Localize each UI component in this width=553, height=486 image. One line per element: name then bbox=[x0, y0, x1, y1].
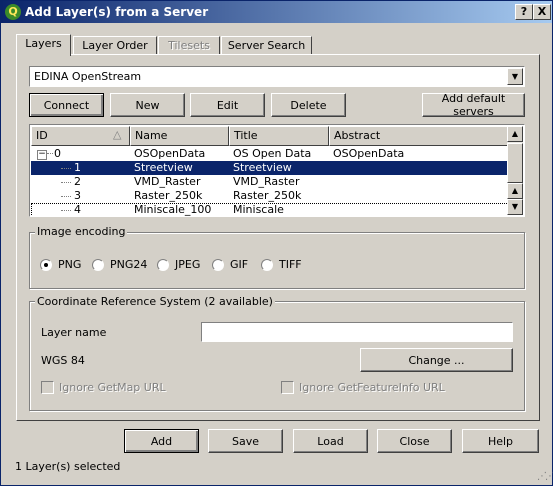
add-button[interactable]: Add bbox=[124, 429, 199, 453]
connect-button[interactable]: Connect bbox=[29, 93, 104, 117]
row-id: 4 bbox=[74, 203, 81, 216]
ignore-getfeatureinfo-checkbox bbox=[281, 381, 294, 394]
row-abstract: OSOpenData bbox=[333, 147, 405, 160]
crs-group-title: Coordinate Reference System (2 available… bbox=[35, 295, 275, 308]
change-crs-button[interactable]: Change ... bbox=[360, 348, 513, 372]
tree-connector bbox=[61, 196, 71, 197]
table-row[interactable]: 3 Raster_250k Raster_250k bbox=[31, 189, 509, 203]
column-header-title[interactable]: Title bbox=[229, 126, 329, 146]
row-name: OSOpenData bbox=[134, 147, 206, 160]
row-title: Miniscale bbox=[233, 203, 284, 216]
tab-server-search[interactable]: Server Search bbox=[221, 36, 312, 55]
row-id: 0 bbox=[54, 147, 61, 160]
scroll-thumb[interactable] bbox=[507, 143, 523, 183]
layer-name-input[interactable] bbox=[201, 322, 513, 342]
close-button[interactable]: Close bbox=[377, 429, 452, 453]
resize-grip-icon[interactable]: ⋰⋰ bbox=[537, 471, 553, 482]
scroll-up-icon[interactable]: ▲ bbox=[507, 126, 523, 142]
column-header-abstract[interactable]: Abstract bbox=[329, 126, 509, 146]
radio-jpeg[interactable] bbox=[157, 259, 169, 271]
ignore-getfeatureinfo-label: Ignore GetFeatureInfo URL bbox=[299, 381, 445, 394]
scroll-down-icon[interactable]: ▼ bbox=[507, 199, 523, 215]
radio-gif[interactable] bbox=[212, 259, 224, 271]
row-title: VMD_Raster bbox=[233, 175, 300, 188]
radio-png[interactable] bbox=[40, 259, 52, 271]
tree-connector bbox=[61, 168, 71, 169]
title-bar: Q Add Layer(s) from a Server ? X bbox=[1, 1, 552, 23]
table-row[interactable]: 1 Streetview Streetview bbox=[31, 161, 509, 175]
current-crs-label: WGS 84 bbox=[41, 354, 85, 367]
row-id: 2 bbox=[74, 175, 81, 188]
help-title-button[interactable]: ? bbox=[515, 4, 533, 20]
layers-tree[interactable]: ID △ Name Title Abstract − 0 OSOpenData … bbox=[29, 124, 525, 217]
tab-tilesets: Tilesets bbox=[158, 36, 220, 55]
ignore-getmap-checkbox bbox=[41, 381, 54, 394]
column-header-id[interactable]: ID △ bbox=[31, 126, 130, 146]
edit-server-button[interactable]: Edit bbox=[190, 93, 265, 117]
row-id: 1 bbox=[74, 161, 81, 174]
row-name: Streetview bbox=[134, 161, 193, 174]
save-button[interactable]: Save bbox=[208, 429, 283, 453]
window-title: Add Layer(s) from a Server bbox=[25, 5, 209, 19]
collapse-icon[interactable]: − bbox=[37, 150, 47, 160]
image-encoding-title: Image encoding bbox=[35, 225, 128, 238]
image-encoding-group bbox=[29, 232, 525, 289]
new-server-button[interactable]: New bbox=[110, 93, 185, 117]
radio-png24[interactable] bbox=[92, 259, 104, 271]
vertical-scrollbar[interactable]: ▲ ▲ ▼ bbox=[507, 126, 523, 215]
radio-tiff-label[interactable]: TIFF bbox=[279, 258, 302, 271]
row-name: Raster_250k bbox=[134, 189, 203, 202]
tab-layer-order[interactable]: Layer Order bbox=[73, 36, 157, 55]
tree-connector bbox=[47, 153, 53, 154]
radio-png-label[interactable]: PNG bbox=[58, 258, 81, 271]
row-title: Streetview bbox=[233, 161, 292, 174]
tab-layers[interactable]: Layers bbox=[16, 34, 71, 56]
sort-ascending-icon: △ bbox=[113, 128, 122, 141]
close-title-button[interactable]: X bbox=[533, 4, 551, 20]
qgis-logo-icon: Q bbox=[5, 4, 21, 20]
row-name: Miniscale_100 bbox=[134, 203, 212, 216]
add-default-servers-button[interactable]: Add default servers bbox=[422, 92, 525, 118]
table-row[interactable]: − 0 OSOpenData OS Open Data OSOpenData bbox=[31, 147, 509, 161]
help-button[interactable]: Help bbox=[462, 429, 539, 453]
column-header-name[interactable]: Name bbox=[130, 126, 229, 146]
radio-gif-label[interactable]: GIF bbox=[230, 258, 248, 271]
column-header-id-label: ID bbox=[36, 129, 48, 142]
radio-jpeg-label[interactable]: JPEG bbox=[175, 258, 200, 271]
server-select[interactable]: EDINA OpenStream ▼ bbox=[29, 66, 525, 87]
row-title: OS Open Data bbox=[233, 147, 312, 160]
row-name: VMD_Raster bbox=[134, 175, 201, 188]
row-title: Raster_250k bbox=[233, 189, 302, 202]
radio-selected-dot bbox=[44, 263, 48, 267]
ignore-getmap-label: Ignore GetMap URL bbox=[59, 381, 166, 394]
add-layers-dialog: Q Add Layer(s) from a Server ? X Layers … bbox=[0, 0, 553, 486]
layer-name-label: Layer name bbox=[41, 326, 107, 339]
status-bar-text: 1 Layer(s) selected bbox=[15, 460, 121, 473]
table-row[interactable]: 2 VMD_Raster VMD_Raster bbox=[31, 175, 509, 189]
server-select-value: EDINA OpenStream bbox=[34, 70, 142, 83]
radio-tiff[interactable] bbox=[261, 259, 273, 271]
radio-png24-label[interactable]: PNG24 bbox=[110, 258, 147, 271]
tree-connector bbox=[61, 210, 71, 211]
table-row[interactable]: 4 Miniscale_100 Miniscale bbox=[31, 203, 509, 216]
chevron-down-icon[interactable]: ▼ bbox=[507, 68, 523, 85]
load-button[interactable]: Load bbox=[293, 429, 368, 453]
delete-server-button[interactable]: Delete bbox=[271, 93, 346, 117]
row-id: 3 bbox=[74, 189, 81, 202]
tree-connector bbox=[61, 182, 71, 183]
scroll-down-icon[interactable]: ▲ bbox=[507, 183, 523, 199]
